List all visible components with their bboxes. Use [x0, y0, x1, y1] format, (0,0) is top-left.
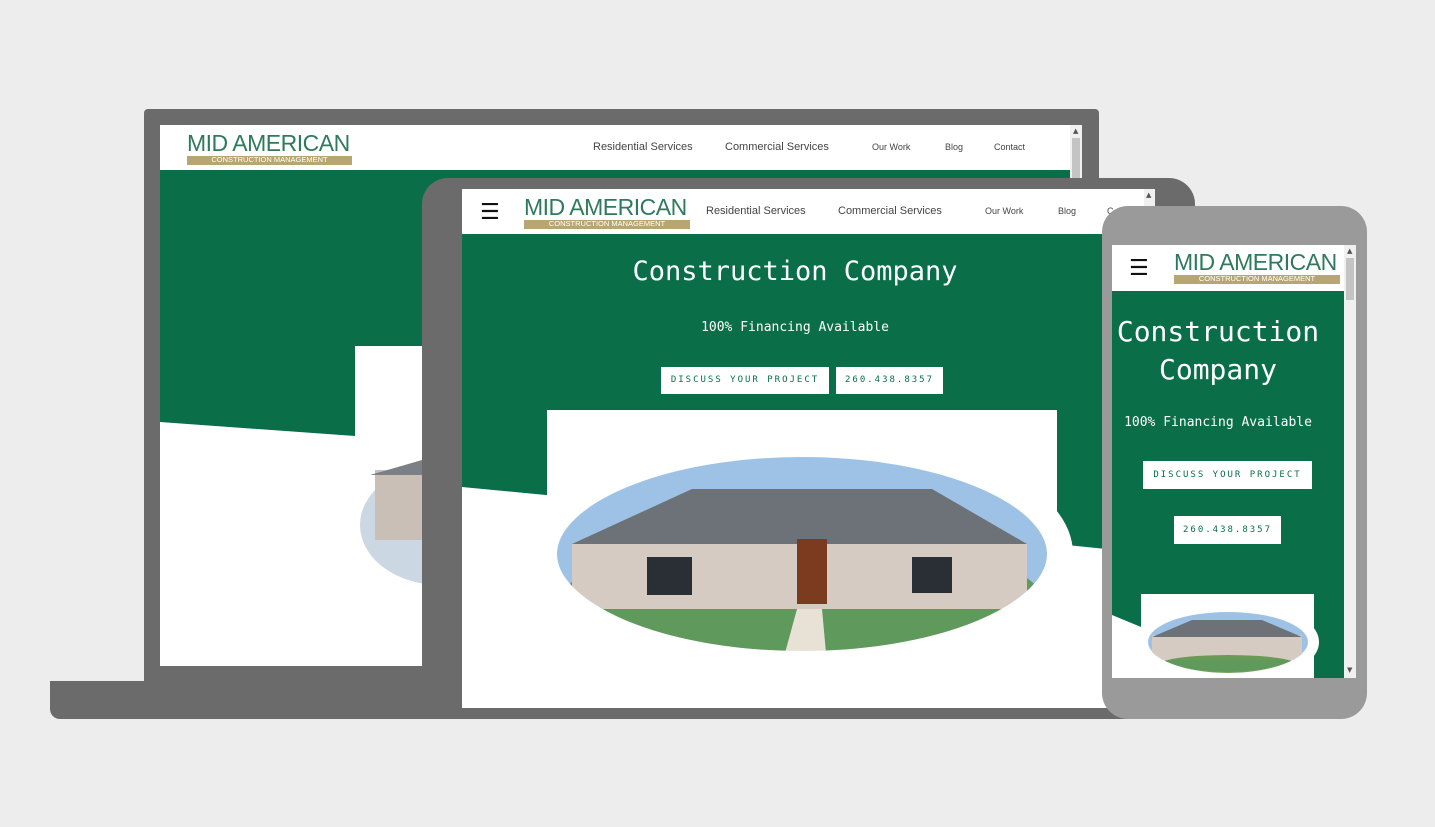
phone-button[interactable]: 260.438.8357 [1174, 516, 1281, 544]
hero-subtitle: 100% Financing Available [701, 320, 889, 335]
nav-blog[interactable]: Blog [945, 142, 963, 152]
scroll-up-arrow-icon[interactable]: ▲ [1347, 248, 1352, 255]
hamburger-menu-icon[interactable]: ☰ [480, 202, 500, 224]
scroll-up-arrow-icon[interactable]: ▲ [1146, 192, 1151, 199]
logo-tagline: CONSTRUCTION MANAGEMENT [187, 156, 352, 165]
nav-residential[interactable]: Residential Services [593, 141, 693, 153]
logo-text: MID AMERICAN [524, 194, 687, 220]
tablet-logo[interactable]: MID AMERICAN CONSTRUCTION MANAGEMENT [524, 196, 690, 229]
laptop-logo[interactable]: MID AMERICAN CONSTRUCTION MANAGEMENT [187, 132, 352, 165]
discuss-project-button[interactable]: DISCUSS YOUR PROJECT [661, 367, 829, 394]
nav-contact[interactable]: Contact [994, 142, 1025, 152]
nav-our-work[interactable]: Our Work [872, 142, 910, 152]
hero-title-line-1: Construction [1116, 315, 1320, 348]
scroll-up-arrow-icon[interactable]: ▲ [1073, 128, 1078, 135]
logo-text: MID AMERICAN [1174, 249, 1337, 275]
nav-blog[interactable]: Blog [1058, 206, 1076, 216]
logo-text: MID AMERICAN [187, 130, 350, 156]
nav-commercial[interactable]: Commercial Services [725, 141, 829, 153]
logo-tagline: CONSTRUCTION MANAGEMENT [1174, 275, 1340, 284]
hero-title: Construction Company [1112, 313, 1324, 389]
logo-tagline: CONSTRUCTION MANAGEMENT [524, 220, 690, 229]
phone-scrollbar[interactable]: ▲ ▼ [1344, 245, 1356, 678]
nav-residential[interactable]: Residential Services [706, 205, 806, 217]
hero-title: Construction Company [632, 256, 958, 287]
phone-logo[interactable]: MID AMERICAN CONSTRUCTION MANAGEMENT [1174, 251, 1340, 284]
scroll-thumb[interactable] [1346, 258, 1354, 300]
hamburger-menu-icon[interactable]: ☰ [1129, 258, 1149, 280]
discuss-project-button[interactable]: DISCUSS YOUR PROJECT [1143, 461, 1312, 489]
nav-commercial[interactable]: Commercial Services [838, 205, 942, 217]
hero-subtitle: 100% Financing Available [1124, 415, 1312, 430]
phone-button[interactable]: 260.438.8357 [836, 367, 943, 394]
scroll-down-arrow-icon[interactable]: ▼ [1347, 667, 1352, 674]
tablet-screen: ☰ MID AMERICAN CONSTRUCTION MANAGEMENT R… [462, 189, 1155, 708]
hero-title-line-2: Company [1158, 353, 1277, 386]
scroll-thumb[interactable] [1072, 138, 1080, 178]
phone-screen: ☰ MID AMERICAN CONSTRUCTION MANAGEMENT C… [1112, 245, 1356, 678]
nav-our-work[interactable]: Our Work [985, 206, 1023, 216]
